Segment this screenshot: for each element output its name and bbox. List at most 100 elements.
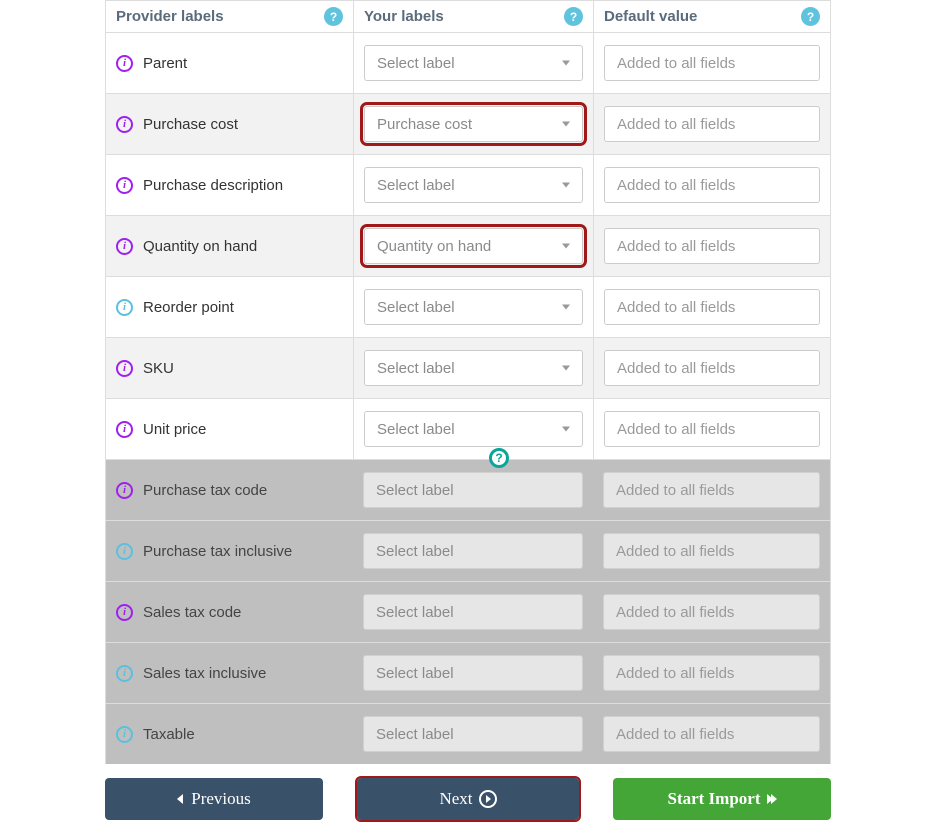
label-select[interactable]: Select label xyxy=(364,411,583,447)
select-value: Select label xyxy=(376,543,454,560)
label-select[interactable]: Select label xyxy=(364,289,583,325)
your-label-cell: Select label xyxy=(353,155,593,215)
info-icon[interactable]: i xyxy=(116,360,133,377)
chevron-down-icon xyxy=(562,366,570,371)
default-value-input[interactable] xyxy=(604,411,820,447)
provider-label-cell: i Sales tax inclusive xyxy=(105,643,353,703)
default-value-input[interactable] xyxy=(604,289,820,325)
your-label-cell: Select label xyxy=(353,277,593,337)
provider-label: Quantity on hand xyxy=(143,238,257,255)
provider-label-cell: iReorder point xyxy=(105,277,353,337)
label-select: Select label xyxy=(363,533,583,569)
provider-label: Unit price xyxy=(143,421,206,438)
select-value: Select label xyxy=(376,604,454,621)
chevron-down-icon xyxy=(562,305,570,310)
header-your-labels: Your labels ? xyxy=(353,1,593,32)
default-value-input xyxy=(603,533,820,569)
label-select: Select label xyxy=(363,716,583,752)
previous-button[interactable]: Previous xyxy=(105,778,323,820)
info-icon[interactable]: i xyxy=(116,482,133,499)
your-label-cell: Select label xyxy=(353,704,593,764)
label-select[interactable]: Select label xyxy=(364,350,583,386)
default-value-cell xyxy=(593,94,831,154)
arrow-left-icon xyxy=(177,789,185,809)
default-value-input[interactable] xyxy=(604,350,820,386)
header-default-value: Default value ? xyxy=(593,1,831,32)
mapping-table: Provider labels ? Your labels ? Default … xyxy=(105,0,831,764)
provider-label: Parent xyxy=(143,55,187,72)
your-label-cell: Select label xyxy=(353,33,593,93)
default-value-cell xyxy=(593,155,831,215)
table-row: i Taxable Select label xyxy=(105,704,831,764)
default-value-input[interactable] xyxy=(604,106,820,142)
label-select[interactable]: Quantity on hand xyxy=(364,228,583,264)
table-row: i Sales tax inclusive Select label xyxy=(105,643,831,704)
info-icon[interactable]: i xyxy=(116,604,133,621)
table-row: i Purchase cost Purchase cost xyxy=(105,94,831,155)
your-label-cell: Purchase cost xyxy=(353,94,593,154)
select-value: Select label xyxy=(376,726,454,743)
help-icon[interactable]: ? xyxy=(564,7,583,26)
your-label-cell: Select label xyxy=(353,338,593,398)
default-value-cell xyxy=(593,582,831,642)
info-icon[interactable]: i xyxy=(116,665,133,682)
select-value: Select label xyxy=(377,360,455,377)
info-icon[interactable]: i xyxy=(116,238,133,255)
provider-label: SKU xyxy=(143,360,174,377)
label-select[interactable]: Select label xyxy=(364,45,583,81)
provider-label: Sales tax code xyxy=(143,604,241,621)
info-icon[interactable]: i xyxy=(116,299,133,316)
label-select: Select label xyxy=(363,655,583,691)
table-row: i SKU Select label xyxy=(105,338,831,399)
start-import-button[interactable]: Start Import xyxy=(613,778,831,820)
provider-label-cell: i Quantity on hand xyxy=(105,216,353,276)
default-value-cell xyxy=(593,277,831,337)
provider-label: Sales tax inclusive xyxy=(143,665,266,682)
your-label-cell: Select label xyxy=(353,643,593,703)
label-select: Select label xyxy=(363,594,583,630)
chevron-down-icon xyxy=(562,244,570,249)
info-icon[interactable]: i xyxy=(116,726,133,743)
default-value-input xyxy=(603,594,820,630)
label-select[interactable]: Purchase cost xyxy=(364,106,583,142)
table-row: i Quantity on hand Quantity on hand xyxy=(105,216,831,277)
next-button[interactable]: Next xyxy=(357,778,579,820)
provider-label: Taxable xyxy=(143,726,195,743)
label-select[interactable]: Select label xyxy=(364,167,583,203)
select-value: Select label xyxy=(376,665,454,682)
default-value-cell xyxy=(593,521,831,581)
help-icon[interactable]: ? xyxy=(324,7,343,26)
info-icon[interactable]: i xyxy=(116,55,133,72)
select-value: Purchase cost xyxy=(377,116,472,133)
table-row: iPurchase tax codeSelect label xyxy=(105,460,831,521)
default-value-input[interactable] xyxy=(604,228,820,264)
your-label-cell: Select label xyxy=(353,582,593,642)
table-header-row: Provider labels ? Your labels ? Default … xyxy=(105,1,831,33)
select-value: Select label xyxy=(377,421,455,438)
provider-label-cell: i Purchase description xyxy=(105,155,353,215)
provider-label: Purchase description xyxy=(143,177,283,194)
table-row: i Purchase description Select label xyxy=(105,155,831,216)
default-value-cell xyxy=(593,33,831,93)
your-label-cell: Select label xyxy=(353,521,593,581)
info-icon[interactable]: i xyxy=(116,543,133,560)
your-label-cell: Select label xyxy=(353,399,593,459)
provider-label: Purchase cost xyxy=(143,116,238,133)
info-icon[interactable]: i xyxy=(116,116,133,133)
your-label-cell: Select label xyxy=(353,460,593,520)
default-value-input xyxy=(603,716,820,752)
table-row: i Unit price Select label xyxy=(105,399,831,460)
info-icon[interactable]: i xyxy=(116,177,133,194)
double-arrow-icon xyxy=(767,789,777,809)
default-value-cell xyxy=(593,338,831,398)
info-icon[interactable]: i xyxy=(116,421,133,438)
default-value-input[interactable] xyxy=(604,167,820,203)
help-icon[interactable]: ? xyxy=(801,7,820,26)
default-value-input[interactable] xyxy=(604,45,820,81)
provider-label-cell: i Parent xyxy=(105,33,353,93)
your-label-cell: Quantity on hand xyxy=(353,216,593,276)
default-value-input xyxy=(603,655,820,691)
provider-label: Purchase tax inclusive xyxy=(143,543,292,560)
chevron-down-icon xyxy=(562,61,570,66)
default-value-cell xyxy=(593,216,831,276)
